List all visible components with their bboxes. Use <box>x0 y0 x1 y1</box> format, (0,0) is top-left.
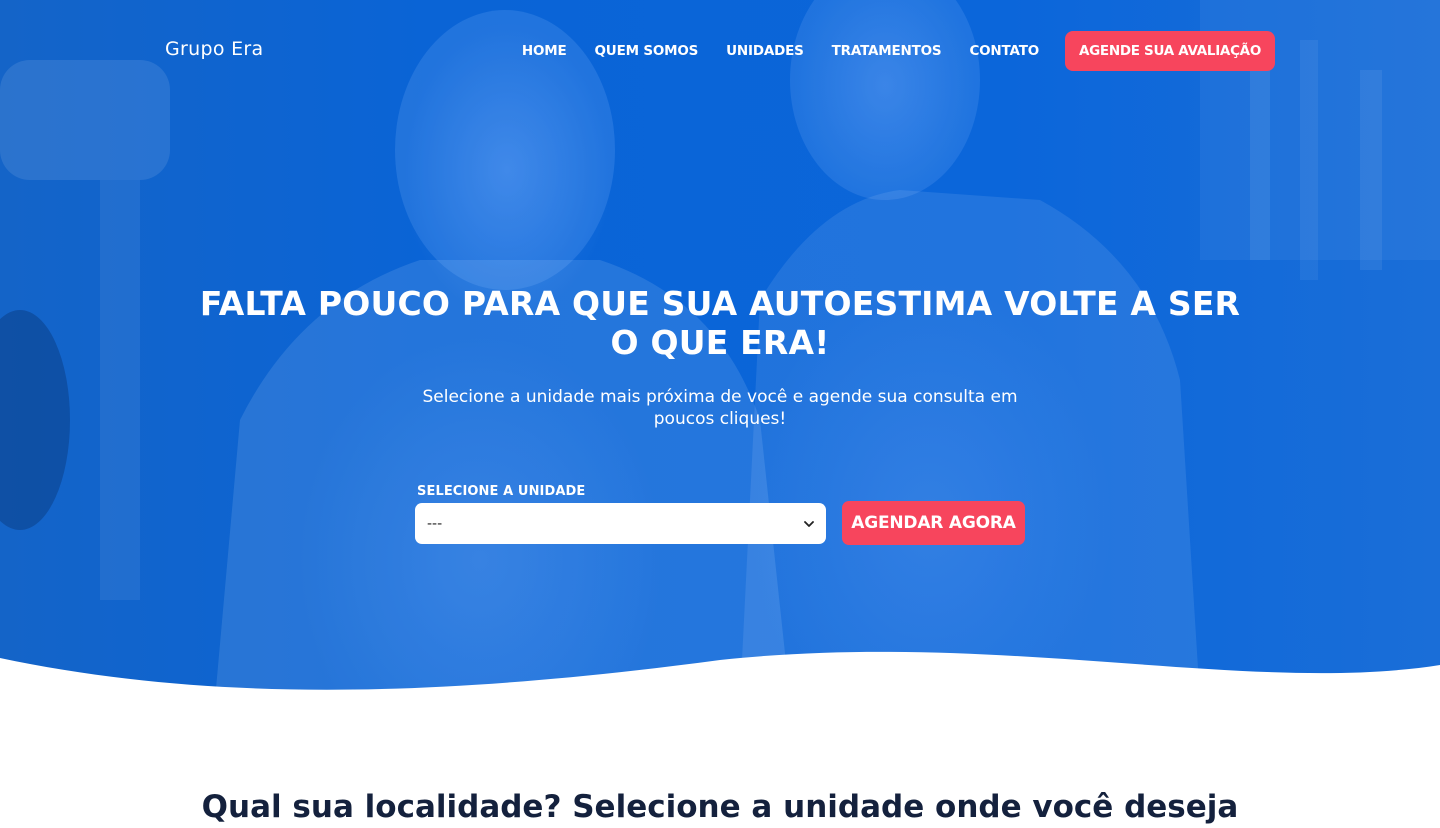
logo[interactable]: Grupo Era <box>165 38 263 60</box>
nav-item-quem-somos[interactable]: QUEM SOMOS <box>595 43 699 59</box>
unit-select[interactable]: --- <box>415 503 826 544</box>
main-nav: HOME QUEM SOMOS UNIDADES TRATAMENTOS CON… <box>494 31 1275 71</box>
unit-select-value: --- <box>427 515 443 532</box>
nav-item-unidades[interactable]: UNIDADES <box>726 43 804 59</box>
hero-wave-divider <box>0 651 1440 700</box>
hero-headline: FALTA POUCO PARA QUE SUA AUTOESTIMA VOLT… <box>199 284 1241 362</box>
schedule-evaluation-button[interactable]: AGENDE SUA AVALIAÇÃO <box>1064 31 1275 71</box>
unit-select-label: SELECIONE A UNIDADE <box>417 484 586 499</box>
hero-subheadline: Selecione a unidade mais próxima de você… <box>422 387 1018 429</box>
nav-item-home[interactable]: HOME <box>522 43 567 59</box>
chevron-down-icon <box>804 520 814 527</box>
hero-section: Grupo Era HOME QUEM SOMOS UNIDADES TRATA… <box>0 0 1440 700</box>
nav-item-tratamentos[interactable]: TRATAMENTOS <box>832 43 942 59</box>
nav-item-contato[interactable]: CONTATO <box>969 43 1039 59</box>
schedule-now-button[interactable]: AGENDAR AGORA <box>842 501 1025 545</box>
location-section-title: Qual sua localidade? Selecione a unidade… <box>201 789 1239 825</box>
